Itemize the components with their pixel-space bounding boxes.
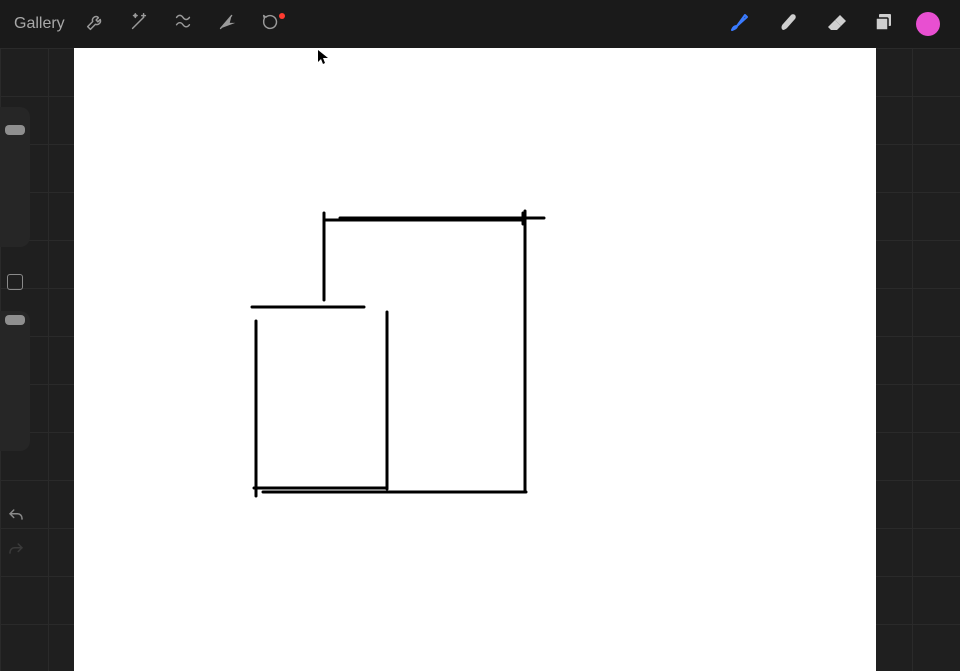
brush-icon — [728, 10, 752, 39]
redo-button[interactable] — [4, 540, 28, 564]
canvas[interactable] — [74, 48, 876, 671]
wand-icon — [128, 11, 150, 38]
wrench-icon — [84, 11, 106, 38]
redo-icon — [7, 541, 25, 564]
brush-button[interactable] — [716, 2, 764, 46]
brush-size-slider[interactable] — [0, 107, 30, 247]
toolbar-left-group: Gallery — [12, 2, 293, 46]
selection-button[interactable] — [161, 2, 205, 46]
notification-dot — [279, 13, 285, 19]
undo-button[interactable] — [4, 506, 28, 530]
opacity-thumb[interactable] — [5, 315, 25, 325]
layers-icon — [872, 10, 896, 39]
workspace-area — [0, 48, 960, 671]
toolbar-right-group — [716, 2, 948, 46]
selection-icon — [172, 11, 194, 38]
gallery-button[interactable]: Gallery — [12, 15, 73, 33]
undo-icon — [7, 507, 25, 530]
arrow-icon — [216, 11, 238, 38]
transform-button[interactable] — [205, 2, 249, 46]
brush-size-thumb[interactable] — [5, 125, 25, 135]
drawing-layer — [74, 48, 876, 671]
left-side-panel — [0, 48, 32, 671]
smudge-button[interactable] — [764, 2, 812, 46]
color-picker-button[interactable] — [916, 12, 940, 36]
layers-button[interactable] — [860, 2, 908, 46]
opacity-slider[interactable] — [0, 311, 30, 451]
adjustments-button[interactable] — [117, 2, 161, 46]
eraser-button[interactable] — [812, 2, 860, 46]
eyedropper-button[interactable] — [7, 274, 23, 290]
smudge-icon — [776, 10, 800, 39]
actions-button[interactable] — [73, 2, 117, 46]
chat-button[interactable] — [249, 2, 293, 46]
top-toolbar: Gallery — [0, 0, 960, 48]
eraser-icon — [824, 10, 848, 39]
